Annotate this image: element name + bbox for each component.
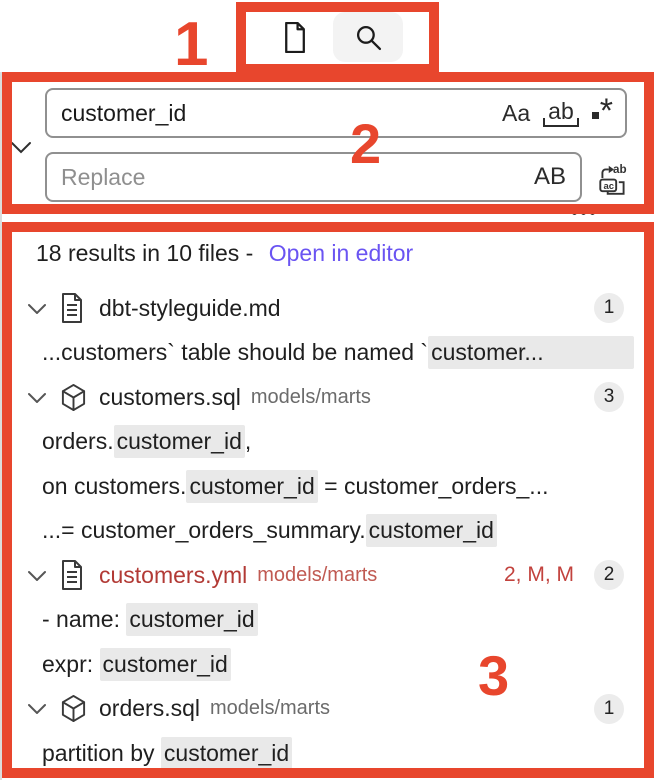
replace-input[interactable]: [47, 163, 534, 191]
more-actions-button[interactable]: [572, 210, 595, 215]
match-row[interactable]: on customers. customer_id = customer_orde…: [0, 464, 656, 509]
chevron-down-icon[interactable]: [28, 303, 48, 314]
cube-icon: [60, 383, 90, 412]
results-summary: 18 results in 10 files - Open in editor: [36, 240, 413, 267]
whole-word-bracket: [543, 117, 579, 127]
match-row[interactable]: ...= customer_orders_summary. customer_id: [0, 509, 656, 554]
match-case-toggle[interactable]: Aa: [502, 101, 530, 125]
view-switcher-bar: [0, 0, 656, 72]
replace-input-shell: AB: [45, 152, 582, 202]
document-icon: [60, 560, 90, 591]
file-row-customers-sql[interactable]: customers.sql models/marts 3: [0, 375, 656, 420]
open-in-editor-link[interactable]: Open in editor: [269, 240, 413, 266]
file-path: models/marts: [257, 563, 378, 586]
file-path: models/marts: [250, 385, 371, 408]
results-count: 18 results in 10 files -: [36, 240, 254, 266]
match-row[interactable]: expr: customer_id: [0, 642, 656, 687]
search-options: Aa ab *: [502, 91, 613, 130]
file-row-orders-sql[interactable]: orders.sql models/marts 1: [0, 687, 656, 732]
search-input-shell: Aa ab *: [45, 88, 627, 138]
file-row-customers-yml[interactable]: customers.yml models/marts 2, M, M 2: [0, 553, 656, 598]
whole-word-toggle[interactable]: ab: [543, 99, 579, 127]
match-count-badge: 1: [594, 693, 624, 724]
ellipsis-icon: [572, 210, 577, 215]
replace-all-icon: ab ac: [595, 161, 631, 197]
match-pre: partition by: [42, 739, 161, 766]
preserve-case-toggle[interactable]: AB: [534, 165, 566, 189]
svg-text:ac: ac: [603, 181, 614, 192]
tab-files[interactable]: [266, 12, 322, 62]
match-highlight: customer_id: [160, 736, 293, 770]
chevron-down-icon[interactable]: [28, 570, 48, 581]
cube-icon: [60, 694, 90, 723]
file-row-dbt-styleguide[interactable]: dbt-styleguide.md 1: [0, 286, 656, 331]
file-name: dbt-styleguide.md: [99, 294, 281, 321]
match-row[interactable]: ...customers` table should be named ` cus…: [0, 331, 656, 376]
match-highlight: customer_id: [99, 647, 231, 681]
match-pre: ...= customer_orders_summary.: [42, 517, 366, 544]
search-icon: [355, 24, 382, 51]
chevron-down-icon: [10, 141, 32, 154]
match-highlight: customer_id: [126, 603, 258, 637]
svg-text:ab: ab: [613, 163, 627, 176]
regex-toggle[interactable]: *: [591, 91, 613, 130]
match-highlight: customer_id: [113, 425, 245, 459]
file-path: models/marts: [209, 697, 331, 720]
chevron-down-icon[interactable]: [28, 703, 48, 715]
match-highlight: customer...: [428, 336, 634, 370]
match-count-badge: 3: [594, 382, 624, 413]
match-pre: expr:: [42, 650, 100, 677]
search-sidebar: Aa ab * AB ab ac: [0, 0, 656, 780]
search-input[interactable]: [47, 99, 503, 127]
file-name: customers.yml: [99, 561, 248, 588]
match-pre: - name:: [42, 606, 127, 633]
problems-git-status: 2, M, M: [503, 563, 574, 587]
match-post: ,: [244, 428, 252, 455]
match-pre: on customers.: [42, 472, 187, 499]
document-icon: [60, 293, 90, 324]
file-name: customers.sql: [99, 383, 241, 410]
match-row[interactable]: - name: customer_id: [0, 598, 656, 643]
chevron-down-icon[interactable]: [28, 392, 48, 403]
match-count-badge: 2: [594, 560, 624, 591]
match-highlight: customer_id: [365, 514, 497, 548]
file-name: orders.sql: [99, 695, 200, 722]
match-pre: orders.: [42, 428, 114, 455]
match-count-badge: 1: [594, 293, 624, 324]
toggle-replace-button[interactable]: [6, 134, 36, 160]
replace-all-button[interactable]: ab ac: [594, 160, 632, 198]
match-highlight: customer_id: [186, 469, 318, 503]
tab-search[interactable]: [333, 12, 403, 62]
match-pre: ...customers` table should be named `: [42, 339, 429, 366]
new-file-icon: [282, 21, 307, 53]
match-row[interactable]: orders. customer_id,: [0, 420, 656, 465]
match-post: = customer_orders_...: [317, 472, 549, 499]
match-row[interactable]: partition by customer_id: [0, 731, 656, 776]
results-tree: dbt-styleguide.md 1 ...customers` table …: [0, 286, 656, 776]
regex-asterisk: *: [599, 91, 613, 130]
regex-dot: [591, 112, 599, 120]
